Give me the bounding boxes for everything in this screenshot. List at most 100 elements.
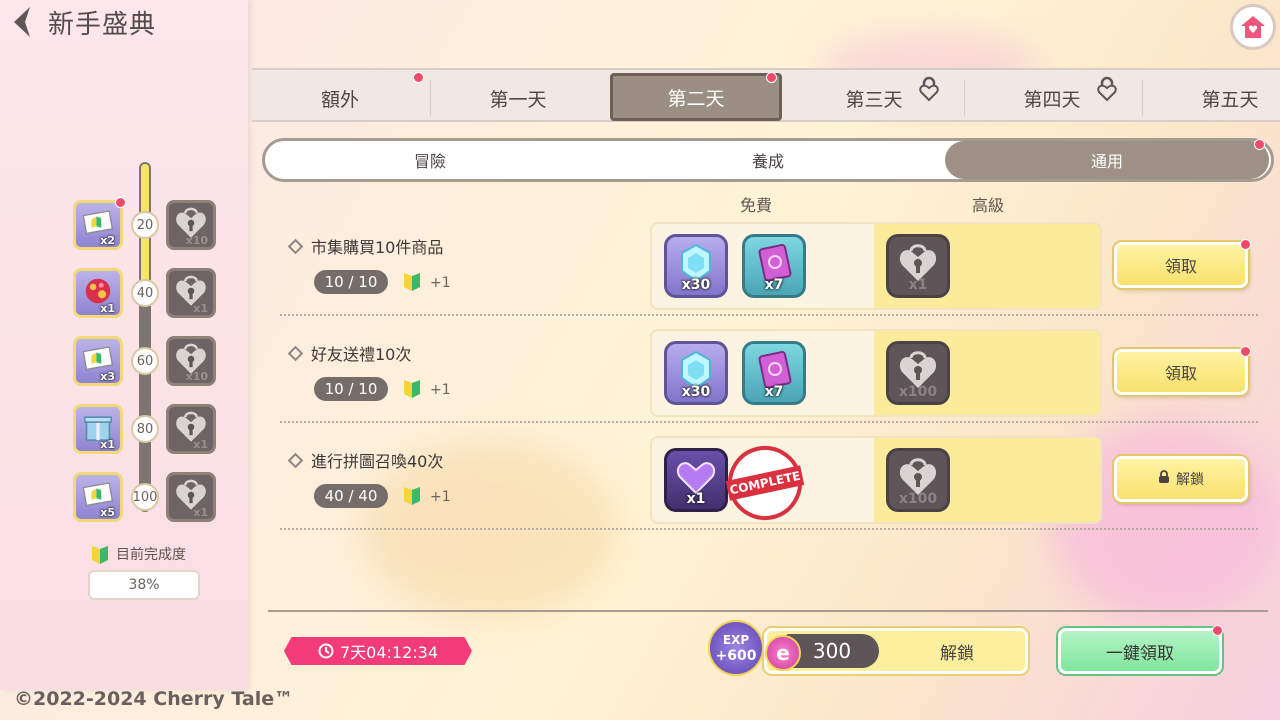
reward-count: x1 bbox=[908, 277, 928, 293]
task-progress: 40 / 40 bbox=[314, 484, 388, 508]
premium-reward[interactable]: x100 bbox=[886, 448, 950, 512]
bonus-text: +1 bbox=[430, 382, 451, 398]
tab-separator bbox=[430, 80, 431, 116]
reward-count: x30 bbox=[681, 277, 711, 293]
reward-count: x1 bbox=[100, 438, 115, 451]
milestone-marker: 60 bbox=[131, 347, 159, 375]
unlock-premium-button[interactable]: 300 e 解鎖 bbox=[764, 628, 1028, 674]
milestone-premium-reward[interactable]: x1 bbox=[166, 472, 216, 522]
exp-value: +600 bbox=[715, 648, 757, 664]
free-reward[interactable]: x30 bbox=[664, 341, 728, 405]
home-icon bbox=[1241, 16, 1265, 38]
complete-stamp: COMPLETE bbox=[721, 439, 809, 522]
task-bonus: +1 bbox=[402, 377, 451, 403]
reward-count: x100 bbox=[898, 491, 938, 507]
milestone-free-reward[interactable]: x2 bbox=[73, 197, 126, 250]
currency-coin-icon: e bbox=[765, 635, 801, 671]
reward-count: x100 bbox=[898, 384, 938, 400]
free-reward[interactable]: x7 bbox=[742, 341, 806, 405]
copyright: ©2022-2024 Cherry Tale™ bbox=[14, 688, 294, 710]
reward-count: x1 bbox=[100, 302, 115, 315]
tab-day-0[interactable]: 額外 bbox=[254, 72, 426, 120]
reward-box: x30 x7 x100 bbox=[650, 329, 1102, 417]
task-bonus: +1 bbox=[402, 270, 451, 296]
milestone-panel: 新手盛典 目前完成度 38% x2 20 x10 x1 40 x1 x3 60 x10 x1 80 x… bbox=[0, 0, 248, 690]
back-button[interactable] bbox=[8, 4, 38, 40]
reward-count: x5 bbox=[100, 506, 115, 519]
notification-dot bbox=[1212, 625, 1223, 636]
diamond-bullet-icon bbox=[287, 452, 304, 468]
notification-dot bbox=[1240, 346, 1251, 357]
task-name-text: 好友送禮10次 bbox=[311, 345, 412, 364]
premium-reward[interactable]: x100 bbox=[886, 341, 950, 405]
countdown-timer: 7天04:12:34 bbox=[284, 637, 472, 665]
exp-label: EXP bbox=[722, 633, 750, 647]
free-reward[interactable]: x1 bbox=[664, 448, 728, 512]
tab-day-1[interactable]: 第一天 bbox=[432, 76, 604, 120]
tab-label: 額外 bbox=[320, 88, 359, 111]
home-button[interactable] bbox=[1230, 4, 1276, 50]
claim-button[interactable]: 領取 bbox=[1114, 346, 1251, 395]
reward-count: x1 bbox=[193, 438, 208, 451]
row-divider bbox=[280, 528, 1258, 530]
claim-button[interactable]: 領取 bbox=[1114, 239, 1251, 288]
beginner-leaf-icon bbox=[402, 377, 422, 403]
reward-count: x1 bbox=[193, 302, 208, 315]
lock-icon bbox=[918, 76, 940, 102]
reward-count: x2 bbox=[100, 234, 115, 247]
tab-day-4[interactable]: 第四天 bbox=[966, 76, 1138, 120]
bonus-text: +1 bbox=[430, 275, 451, 291]
task-name: 好友送禮10次 bbox=[287, 341, 412, 365]
lock-icon bbox=[1158, 470, 1170, 488]
button-label: 領取 bbox=[1164, 364, 1197, 383]
exp-badge: EXP +600 bbox=[708, 620, 764, 676]
tab-separator bbox=[964, 80, 965, 116]
task-row: 進行拼圖召喚40次 40 / 40 +1 x1 COMPLETE x100 解鎖 bbox=[280, 436, 1258, 536]
milestone-premium-reward[interactable]: x10 bbox=[166, 200, 216, 250]
task-row: 好友送禮10次 10 / 10 +1 x30 x7 x100 領取 bbox=[280, 329, 1258, 429]
category-tab-2[interactable]: 通用 bbox=[945, 139, 1269, 179]
category-tab-label: 養成 bbox=[751, 152, 784, 171]
milestone-marker: 80 bbox=[131, 415, 159, 443]
milestone-premium-reward[interactable]: x1 bbox=[166, 404, 216, 454]
milestone-marker: 20 bbox=[131, 211, 159, 239]
milestone-marker: 100 bbox=[131, 483, 159, 511]
reward-box: x1 COMPLETE x100 bbox=[650, 436, 1102, 524]
premium-reward[interactable]: x1 bbox=[886, 234, 950, 298]
milestone-free-reward[interactable]: x5 bbox=[73, 472, 123, 522]
tab-label: 第五天 bbox=[1201, 88, 1259, 111]
tab-day-5[interactable]: 第五天› bbox=[1144, 76, 1280, 120]
unlock-label: 解鎖 bbox=[940, 643, 974, 664]
notification-dot bbox=[115, 197, 126, 208]
reward-count: x10 bbox=[185, 234, 208, 247]
tab-day-3[interactable]: 第三天 bbox=[788, 76, 960, 120]
milestone-free-reward[interactable]: x1 bbox=[73, 268, 123, 318]
task-progress: 10 / 10 bbox=[314, 270, 388, 294]
milestone-premium-reward[interactable]: x1 bbox=[166, 268, 216, 318]
button-label: 解鎖 bbox=[1176, 472, 1204, 488]
free-reward[interactable]: x7 bbox=[742, 234, 806, 298]
completion-label-text: 目前完成度 bbox=[116, 547, 186, 563]
lock-icon bbox=[1096, 76, 1118, 102]
milestone-free-reward[interactable]: x1 bbox=[73, 404, 123, 454]
category-tab-label: 通用 bbox=[1090, 152, 1123, 171]
category-tab-0[interactable]: 冒險 bbox=[265, 141, 595, 179]
milestone-marker: 40 bbox=[131, 279, 159, 307]
notification-dot bbox=[413, 72, 424, 83]
notification-dot bbox=[1240, 239, 1251, 250]
milestone-free-reward[interactable]: x3 bbox=[73, 336, 123, 386]
category-tab-1[interactable]: 養成 bbox=[603, 141, 933, 179]
tab-separator bbox=[1142, 80, 1143, 116]
completion-value: 38% bbox=[88, 570, 200, 600]
claim-all-label: 一鍵領取 bbox=[1106, 643, 1174, 664]
claim-all-button[interactable]: 一鍵領取 bbox=[1058, 625, 1223, 674]
reward-count: x1 bbox=[193, 506, 208, 519]
tab-day-2[interactable]: 第二天 bbox=[610, 72, 782, 121]
bottom-divider bbox=[268, 610, 1268, 612]
beginner-leaf-icon bbox=[92, 546, 108, 564]
free-reward[interactable]: x30 bbox=[664, 234, 728, 298]
task-progress: 10 / 10 bbox=[314, 377, 388, 401]
unlock-button[interactable]: 解鎖 bbox=[1114, 456, 1248, 502]
task-name-text: 市集購買10件商品 bbox=[311, 238, 444, 257]
milestone-premium-reward[interactable]: x10 bbox=[166, 336, 216, 386]
